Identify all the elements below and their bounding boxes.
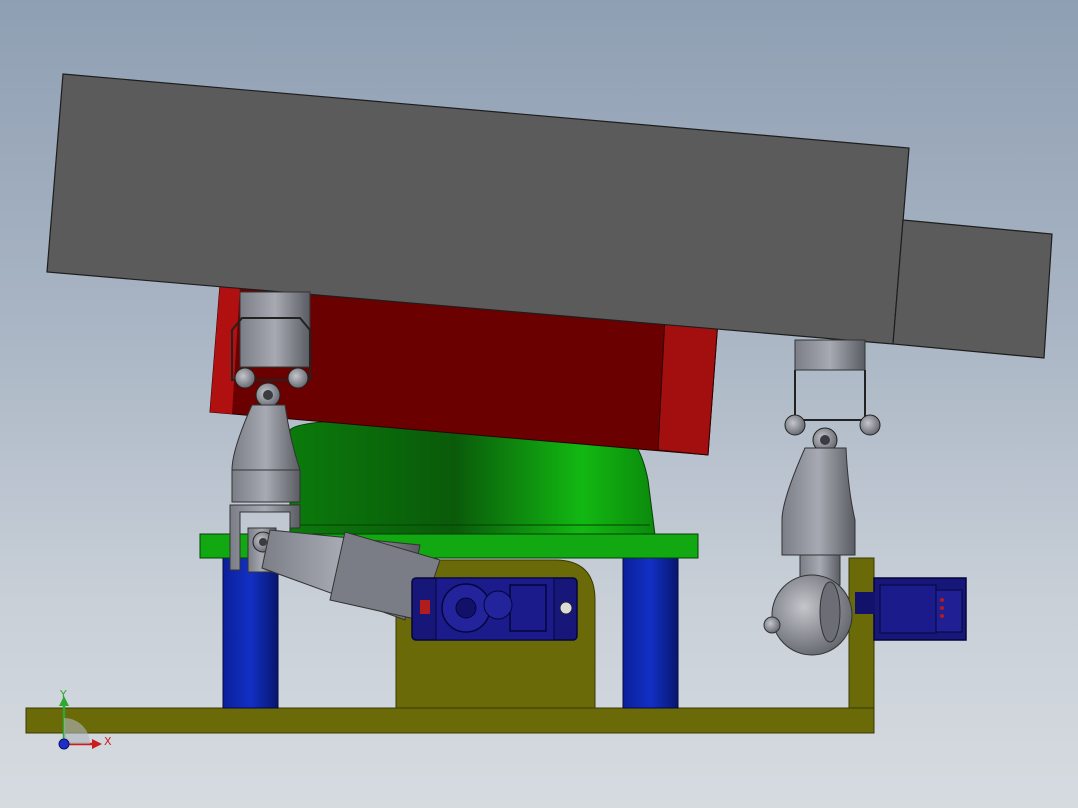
z-axis-dot [58, 738, 70, 750]
left-post [222, 555, 279, 709]
right-post [622, 555, 679, 709]
x-axis-label: X [104, 735, 112, 748]
center-servo[interactable] [411, 577, 578, 641]
y-axis-label: Y [59, 688, 67, 701]
cad-viewport[interactable]: Y X [0, 0, 1078, 808]
